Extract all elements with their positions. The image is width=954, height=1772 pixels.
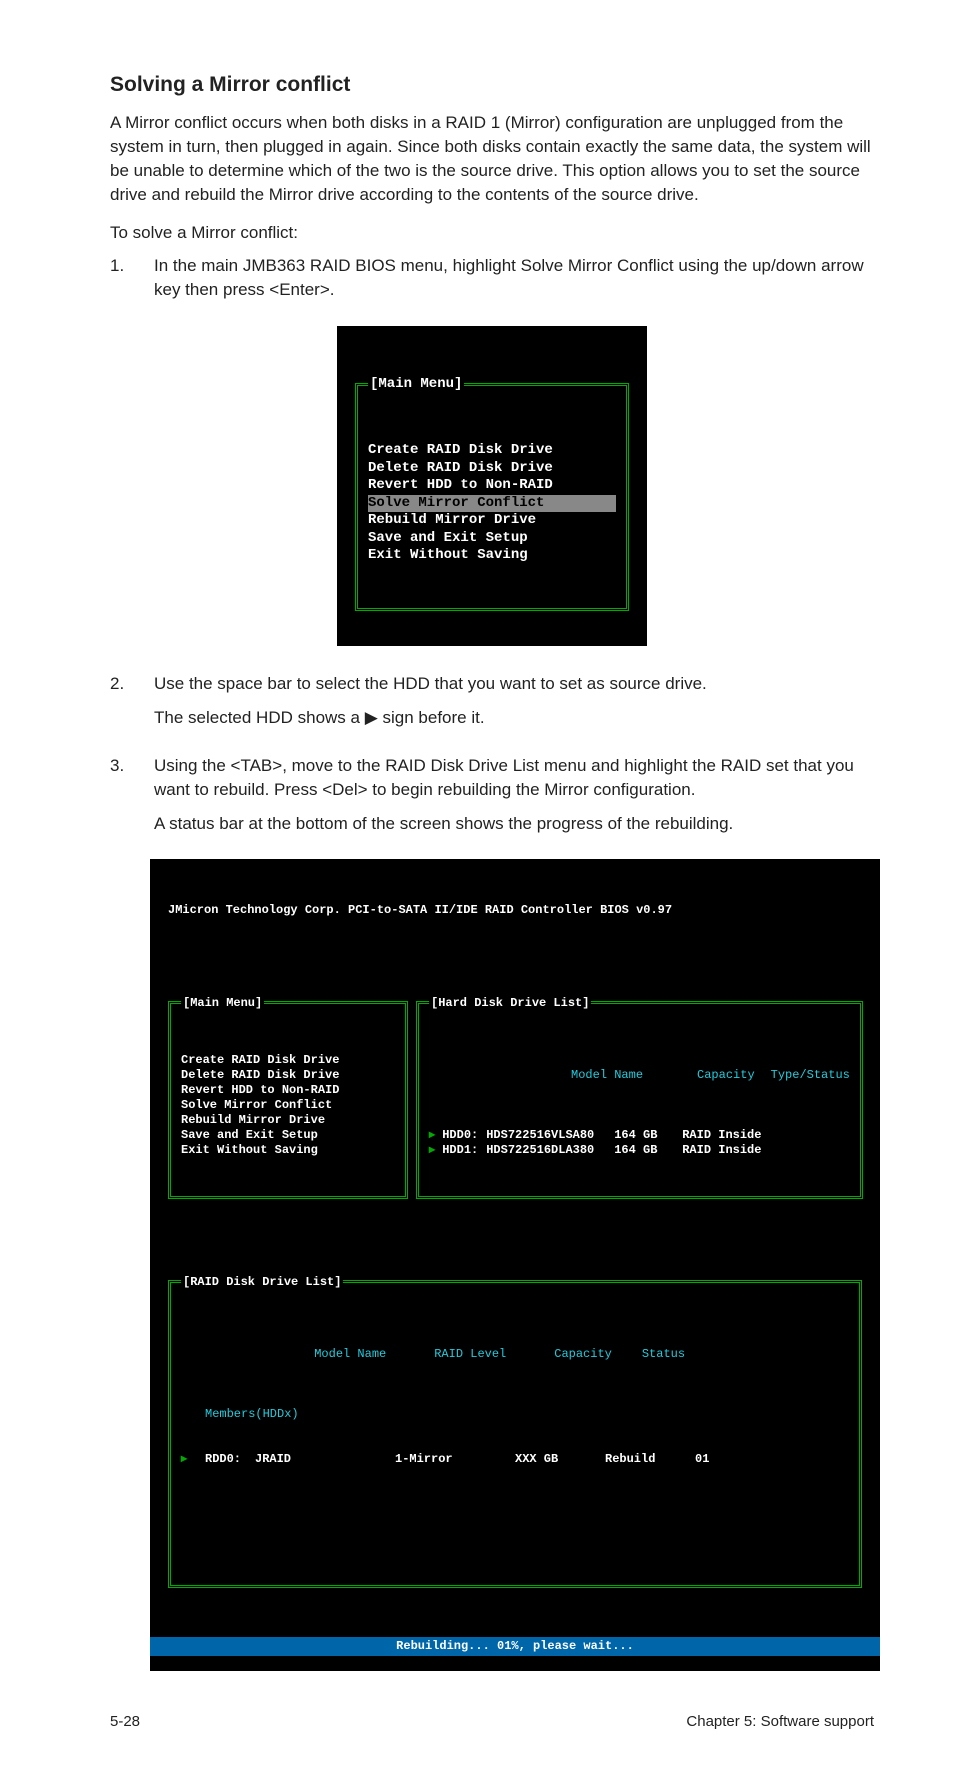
menu-item: Rebuild Mirror Drive <box>181 1113 395 1128</box>
page-number: 5-28 <box>110 1711 140 1732</box>
menu-item: Rebuild Mirror Drive <box>368 512 616 530</box>
step-1: 1. In the main JMB363 RAID BIOS menu, hi… <box>110 254 874 312</box>
menu-item: Exit Without Saving <box>181 1143 395 1158</box>
menu-item: Create RAID Disk Drive <box>181 1053 395 1068</box>
triangle-icon: ▸ <box>181 1452 187 1467</box>
raid-header-status: Status <box>642 1347 685 1361</box>
raid-header-capacity: Capacity <box>554 1347 612 1361</box>
step-3-number: 3. <box>110 754 154 845</box>
lead-line: To solve a Mirror conflict: <box>110 221 874 245</box>
main-menu-title: [Main Menu] <box>368 376 464 394</box>
hdd-header-model: Model Name <box>571 1068 643 1082</box>
menu-item: Save and Exit Setup <box>181 1128 395 1143</box>
chapter-label: Chapter 5: Software support <box>686 1711 874 1732</box>
raid-header-model: Model Name <box>314 1347 386 1361</box>
raid-members-label: Members(HDDx) <box>181 1407 849 1422</box>
menu-item: Revert HDD to Non-RAID <box>181 1083 395 1098</box>
section-title: Solving a Mirror conflict <box>110 70 874 99</box>
hdd-header-capacity: Capacity <box>697 1068 755 1082</box>
page-footer: 5-28 Chapter 5: Software support <box>110 1711 874 1732</box>
intro-paragraph: A Mirror conflict occurs when both disks… <box>110 111 874 206</box>
menu-item: Delete RAID Disk Drive <box>368 460 616 478</box>
hdd-row: ▸ HDD0:HDS722516VLSA80164 GBRAID Inside <box>429 1128 850 1143</box>
step-2: 2. Use the space bar to select the HDD t… <box>110 672 874 740</box>
raid-list-panel: [RAID Disk Drive List] Model NameRAID Le… <box>168 1280 862 1588</box>
step-2-number: 2. <box>110 672 154 740</box>
bios-header: JMicron Technology Corp. PCI-to-SATA II/… <box>168 903 862 918</box>
step-2-text: Use the space bar to select the HDD that… <box>154 672 874 696</box>
main-menu-panel: [Main Menu] Create RAID Disk DriveDelete… <box>168 1001 408 1199</box>
raid-list-title: [RAID Disk Drive List] <box>181 1275 343 1290</box>
menu-item: Delete RAID Disk Drive <box>181 1068 395 1083</box>
step-3-extra: A status bar at the bottom of the screen… <box>154 812 874 836</box>
main-menu-box: [Main Menu] Create RAID Disk DriveDelete… <box>355 383 629 611</box>
hdd-list-title: [Hard Disk Drive List] <box>429 996 591 1011</box>
step-3: 3. Using the <TAB>, move to the RAID Dis… <box>110 754 874 845</box>
main-menu-terminal: [Main Menu] Create RAID Disk DriveDelete… <box>337 326 647 647</box>
raid-header-level: RAID Level <box>434 1347 506 1361</box>
rebuild-status-bar: Rebuilding... 01%, please wait... <box>150 1637 880 1656</box>
main-menu-panel-title: [Main Menu] <box>181 996 264 1011</box>
menu-item: Revert HDD to Non-RAID <box>368 477 616 495</box>
raid-row: ▸RDD0:JRAID1-MirrorXXX GBRebuild01 <box>181 1452 849 1467</box>
hdd-list-panel: [Hard Disk Drive List] Model NameCapacit… <box>416 1001 863 1199</box>
step-2-extra: The selected HDD shows a ▶ sign before i… <box>154 706 874 730</box>
hdd-header-type: Type/Status <box>771 1068 850 1082</box>
menu-item: Solve Mirror Conflict <box>181 1098 395 1113</box>
step-3-text: Using the <TAB>, move to the RAID Disk D… <box>154 754 874 802</box>
hdd-row: ▸ HDD1:HDS722516DLA380164 GBRAID Inside <box>429 1143 850 1158</box>
triangle-icon: ▸ <box>429 1143 435 1158</box>
raid-controller-terminal: JMicron Technology Corp. PCI-to-SATA II/… <box>150 859 880 1671</box>
triangle-icon: ▸ <box>429 1128 435 1143</box>
menu-item: Solve Mirror Conflict <box>368 495 616 513</box>
menu-item: Save and Exit Setup <box>368 530 616 548</box>
step-1-text: In the main JMB363 RAID BIOS menu, highl… <box>154 254 874 302</box>
menu-item: Create RAID Disk Drive <box>368 442 616 460</box>
menu-item: Exit Without Saving <box>368 547 616 565</box>
step-1-number: 1. <box>110 254 154 312</box>
